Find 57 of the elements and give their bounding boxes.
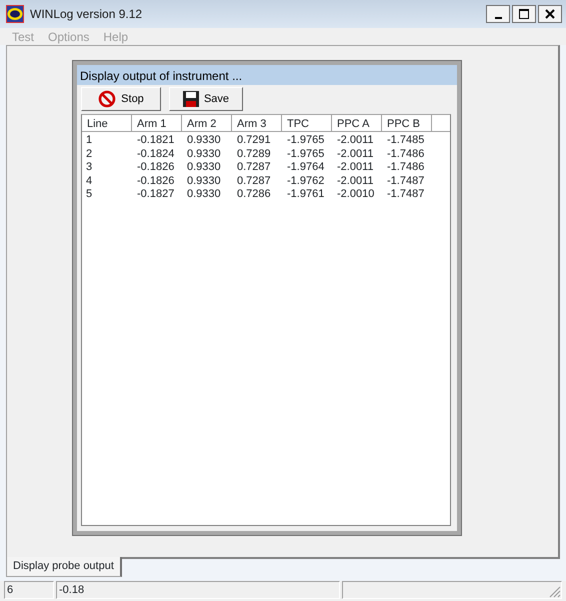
table-cell-text: -2.0011 bbox=[336, 148, 374, 161]
status-panel: 6 bbox=[4, 581, 54, 599]
column-header[interactable]: Arm 2 bbox=[182, 115, 232, 132]
table-cell-text: 0.9330 bbox=[186, 148, 222, 161]
close-button[interactable] bbox=[538, 5, 562, 23]
table-cell-text: -1.7487 bbox=[386, 174, 426, 188]
table-cell-text: -1.9761 bbox=[286, 188, 326, 202]
table-cell-text: 0.7289 bbox=[236, 148, 272, 161]
toolbar-button[interactable]: Stop bbox=[81, 87, 161, 111]
table-cell-text: 0.9330 bbox=[186, 174, 222, 188]
table-cell-text: -1.7485 bbox=[386, 134, 426, 148]
close-icon bbox=[544, 8, 556, 20]
minimize-icon bbox=[494, 17, 502, 19]
table-cell-text: -1.9765 bbox=[286, 134, 326, 148]
toolbar-button[interactable]: Save bbox=[169, 87, 243, 111]
table-cell-text: -0.1826 bbox=[136, 174, 176, 188]
table-cell-text: 0.7287 bbox=[236, 174, 272, 188]
table-cell-text: 2 bbox=[85, 148, 94, 161]
table-cell-text: 4 bbox=[85, 174, 94, 188]
maximize-button[interactable] bbox=[512, 5, 536, 23]
stop-icon bbox=[98, 90, 116, 108]
column-header[interactable]: Arm 1 bbox=[132, 115, 182, 132]
child-window-title: Display output of instrument ... bbox=[77, 65, 457, 85]
table-cell-text: -1.7486 bbox=[386, 161, 426, 174]
table-cell-text: -0.1821 bbox=[136, 134, 176, 148]
column-header[interactable]: Arm 3 bbox=[232, 115, 282, 132]
minimize-button[interactable] bbox=[486, 5, 510, 23]
table-cell-text: 0.7291 bbox=[236, 134, 272, 148]
tab[interactable]: Display probe output bbox=[6, 557, 122, 577]
table-cell-text: -1.9765 bbox=[286, 148, 326, 161]
table-cell-text: 0.9330 bbox=[186, 161, 222, 174]
table-cell-text: 1 bbox=[85, 134, 94, 148]
app-logo-icon bbox=[6, 5, 24, 23]
column-header[interactable]: Line bbox=[82, 115, 132, 132]
table-cell-text: 5 bbox=[85, 188, 94, 202]
maximize-icon bbox=[518, 8, 530, 20]
table-cell-text: -1.9762 bbox=[286, 174, 326, 188]
window-title: WINLog version 9.12 bbox=[30, 6, 142, 23]
table-cell-text: -1.7486 bbox=[386, 148, 426, 161]
table-cell-text: -2.0011 bbox=[336, 174, 374, 188]
table-cell-text: -2.0011 bbox=[336, 134, 374, 148]
table-cell-text: -1.9764 bbox=[286, 161, 326, 174]
table-cell-text: -0.1827 bbox=[136, 188, 176, 202]
table-cell-text: 0.7287 bbox=[236, 161, 272, 174]
table-cell-text: 3 bbox=[85, 161, 94, 174]
table-cell-text: -2.0011 bbox=[336, 161, 374, 174]
table-cell-text: 0.9330 bbox=[186, 188, 222, 202]
table-cell-text: 0.7286 bbox=[236, 188, 272, 202]
column-header[interactable]: PPC A bbox=[332, 115, 382, 132]
table-cell-text: -1.7487 bbox=[386, 188, 426, 202]
column-header[interactable]: PPC B bbox=[382, 115, 432, 132]
table-cell-text: -2.0010 bbox=[336, 188, 376, 202]
status-panel: -0.18 bbox=[56, 581, 340, 599]
table-cell-text: -0.1824 bbox=[136, 148, 176, 161]
column-header[interactable]: TPC bbox=[282, 115, 332, 132]
table-cell-text: -0.1826 bbox=[136, 161, 176, 174]
table-cell-text: 0.9330 bbox=[186, 134, 222, 148]
